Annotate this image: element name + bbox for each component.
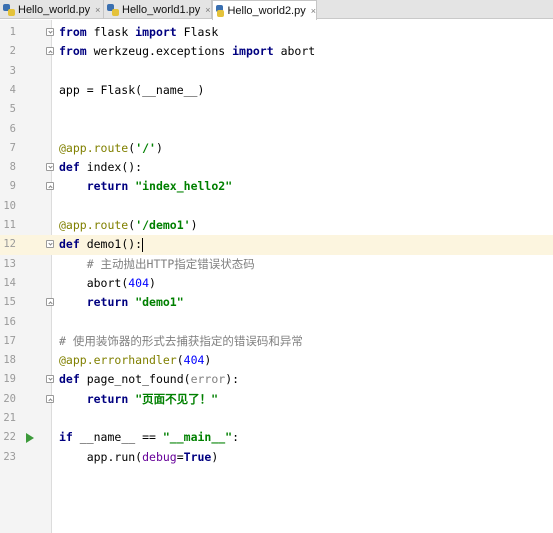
fold-marker-icon[interactable] <box>46 394 54 403</box>
line-number: 7 <box>9 141 16 154</box>
code-text: app.run(debug=True) <box>86 449 219 464</box>
fold-marker-icon[interactable] <box>46 28 54 36</box>
code-line: 8 def index(): <box>0 158 553 177</box>
line-number: 11 <box>3 219 16 231</box>
code-line: 20 return "页面不见了！" <box>0 390 553 409</box>
fold-marker-icon[interactable] <box>46 298 54 307</box>
code-text: @app.route('/demo1') <box>59 218 198 232</box>
code-line: 21 <box>0 409 553 428</box>
line-number: 13 <box>3 257 16 270</box>
code-text: @app.route('/') <box>59 140 163 155</box>
line-number: 21 <box>3 412 16 424</box>
code-text: return "页面不见了！" <box>86 391 219 406</box>
line-number: 19 <box>3 373 16 386</box>
code-line: 10 <box>0 197 553 216</box>
code-line: 2 from werkzeug.exceptions import abort <box>0 42 553 61</box>
code-line: 19 def page_not_found(error): <box>0 370 553 389</box>
code-line: 17 # 使用装饰器的形式去捕获指定的错误码和异常 <box>0 332 553 351</box>
code-text: def demo1(): <box>59 237 144 252</box>
code-text: return "index_hello2" <box>86 179 233 194</box>
tab-label: Hello_world.py <box>18 3 91 16</box>
python-file-icon <box>216 4 225 17</box>
line-number: 23 <box>3 450 16 463</box>
code-line: 9 return "index_hello2" <box>0 177 553 196</box>
tab-label: Hello_world2.py <box>227 4 306 17</box>
code-text: # 主动抛出HTTP指定错误状态码 <box>86 256 255 271</box>
line-number: 22 <box>3 431 16 444</box>
line-number: 1 <box>9 26 16 38</box>
code-line: 6 <box>0 120 553 139</box>
code-line: 23 app.run(debug=True) <box>0 448 553 467</box>
line-number: 6 <box>9 122 16 135</box>
code-line: 11 @app.route('/demo1') <box>0 216 553 235</box>
code-line-current: 12 def demo1(): <box>0 235 553 255</box>
code-text: if __name__ == "__main__": <box>59 430 240 445</box>
fold-marker-icon[interactable] <box>46 163 54 172</box>
code-line: 7 @app.route('/') <box>0 139 553 158</box>
code-line: 16 <box>0 313 553 332</box>
fold-marker-icon[interactable] <box>46 182 54 191</box>
code-line: 18 @app.errorhandler(404) <box>0 351 553 370</box>
line-number: 2 <box>9 45 16 58</box>
code-text: return "demo1" <box>86 295 184 310</box>
line-number: 18 <box>3 354 16 367</box>
code-text: abort(404) <box>86 275 156 290</box>
line-number: 17 <box>3 334 16 347</box>
code-line: 13 # 主动抛出HTTP指定错误状态码 <box>0 255 553 274</box>
python-file-icon <box>107 3 119 16</box>
code-line: 22 if __name__ == "__main__": <box>0 428 553 447</box>
code-line: 14 abort(404) <box>0 274 553 293</box>
line-number: 10 <box>3 199 16 212</box>
fold-marker-icon[interactable] <box>46 240 54 249</box>
line-number: 9 <box>9 180 16 193</box>
line-number: 16 <box>3 315 16 328</box>
editor-tab-bar: Hello_world.py × Hello_world1.py × Hello… <box>0 0 553 20</box>
line-number: 5 <box>9 103 16 116</box>
line-number: 3 <box>9 64 16 77</box>
code-text: from flask import Flask <box>59 25 219 39</box>
line-number: 12 <box>3 238 16 251</box>
tab-hello-world1[interactable]: Hello_world1.py × <box>104 0 212 19</box>
line-number: 4 <box>9 83 16 96</box>
code-text: @app.errorhandler(404) <box>59 353 212 368</box>
line-number: 14 <box>3 276 16 289</box>
line-number: 15 <box>3 296 16 309</box>
close-tab-icon[interactable]: × <box>95 5 100 15</box>
line-number: 20 <box>3 392 16 405</box>
fold-marker-icon[interactable] <box>46 375 54 384</box>
code-text: app = Flask(__name__) <box>59 82 205 97</box>
tab-hello-world2[interactable]: Hello_world2.py × <box>212 0 317 20</box>
tab-label: Hello_world1.py <box>122 3 201 16</box>
fold-marker-icon[interactable] <box>46 47 54 56</box>
code-line: 15 return "demo1" <box>0 293 553 312</box>
code-editor[interactable]: 1 from flask import Flask 2 from werkzeu… <box>0 20 553 533</box>
close-tab-icon[interactable]: × <box>205 5 210 15</box>
code-text: def index(): <box>59 160 143 175</box>
code-text: def page_not_found(error): <box>59 372 240 387</box>
code-line: 1 from flask import Flask <box>0 23 553 42</box>
code-line: 3 <box>0 62 553 81</box>
code-text: # 使用装饰器的形式去捕获指定的错误码和异常 <box>59 333 303 348</box>
line-number: 8 <box>9 161 16 174</box>
close-tab-icon[interactable]: × <box>311 6 316 16</box>
code-line: 4 app = Flask(__name__) <box>0 81 553 100</box>
tab-hello-world[interactable]: Hello_world.py × <box>0 0 104 19</box>
run-icon[interactable] <box>26 433 34 444</box>
python-file-icon <box>3 3 15 16</box>
text-caret <box>142 237 144 252</box>
code-text: from werkzeug.exceptions import abort <box>59 44 316 59</box>
code-line: 5 <box>0 100 553 119</box>
